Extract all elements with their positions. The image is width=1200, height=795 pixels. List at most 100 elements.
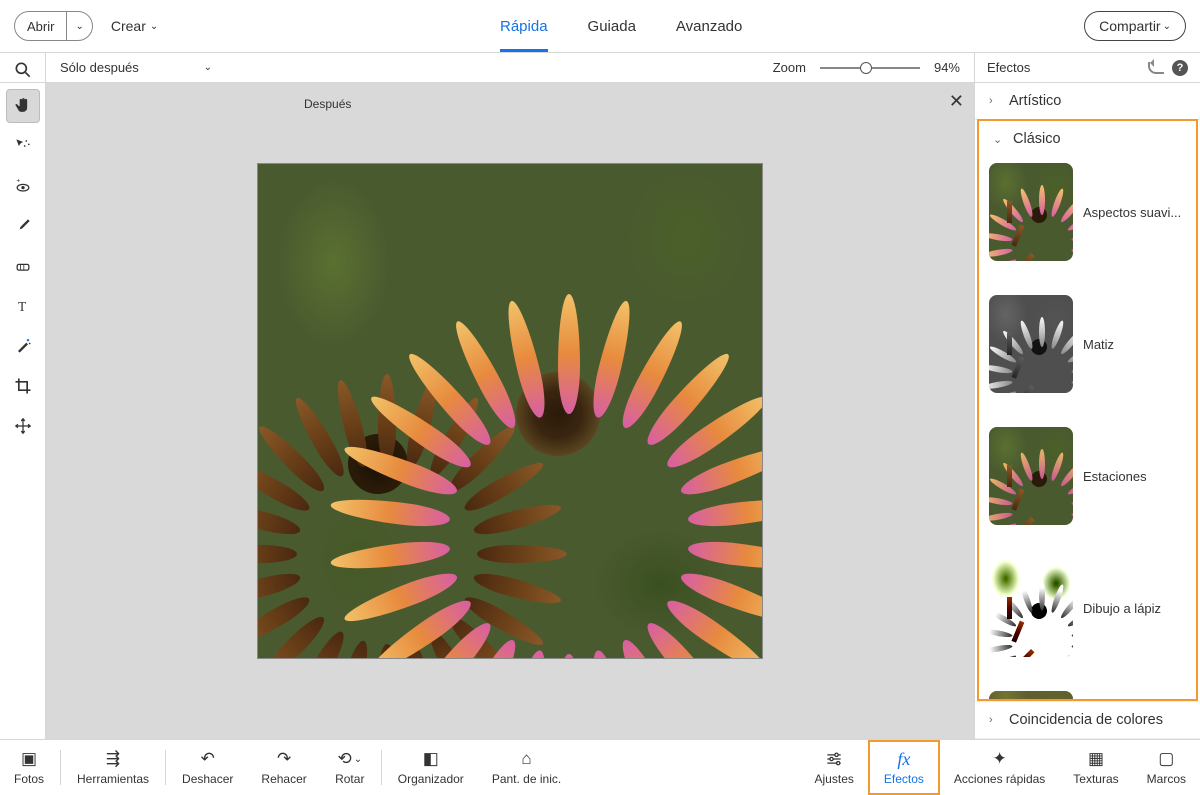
rotate-icon: ⟲⌄: [337, 749, 362, 769]
effects-panel-title: Efectos: [987, 60, 1030, 75]
effect-item-estaciones[interactable]: Estaciones: [989, 427, 1186, 525]
options-fill: Zoom 94%: [226, 53, 974, 82]
home-icon: ⌂: [521, 749, 531, 769]
category-artistico[interactable]: › Artístico: [975, 83, 1200, 120]
open-dropdown-toggle[interactable]: ⌄: [66, 12, 91, 40]
bottom-acciones[interactable]: ✦ Acciones rápidas: [940, 740, 1059, 795]
create-button[interactable]: Crear ⌄: [111, 18, 158, 34]
effect-item-partial[interactable]: [989, 691, 1186, 701]
zoom-tool-icon[interactable]: [6, 53, 40, 87]
texture-icon: ▦: [1088, 749, 1104, 769]
svg-text:T: T: [18, 299, 26, 314]
chevron-down-icon: ⌄: [993, 133, 1003, 146]
category-label: Coincidencia de colores: [1009, 712, 1163, 728]
bottom-label: Pant. de inic.: [492, 772, 561, 786]
text-tool[interactable]: T: [6, 289, 40, 323]
adjustments-icon: [824, 749, 844, 769]
bottom-label: Organizador: [398, 772, 464, 786]
category-clasico[interactable]: ⌄ Clásico: [979, 121, 1196, 157]
category-coincidencia[interactable]: › Coincidencia de colores: [975, 701, 1200, 739]
canvas-area: ✕ Después: [46, 83, 974, 739]
effect-thumbnail: [989, 559, 1073, 657]
effect-item-matiz[interactable]: Matiz: [989, 295, 1186, 393]
magic-wand-icon: [13, 336, 33, 356]
search-icon: [13, 60, 33, 80]
view-mode-dropdown[interactable]: Sólo después ⌄: [46, 53, 226, 82]
zoom-value: 94%: [934, 60, 960, 75]
crop-tool[interactable]: [6, 369, 40, 403]
chevron-right-icon: ›: [989, 95, 999, 107]
chevron-down-icon: ⌄: [1163, 21, 1171, 32]
spot-heal-tool[interactable]: [6, 329, 40, 363]
text-icon: T: [13, 296, 33, 316]
bottom-label: Deshacer: [182, 772, 233, 786]
bottom-efectos[interactable]: fx Efectos: [868, 740, 940, 795]
effects-panel: › Artístico ⌄ Clásico Aspectos suavi... …: [974, 83, 1200, 739]
category-label: Artístico: [1009, 93, 1061, 109]
tab-advanced[interactable]: Avanzado: [676, 0, 742, 52]
bottom-herramientas[interactable]: ⇶ Herramientas: [63, 740, 163, 795]
create-label: Crear: [111, 18, 146, 34]
eye-plus-icon: +: [13, 176, 33, 196]
photos-icon: ▣: [21, 749, 37, 769]
bottom-ajustes[interactable]: Ajustes: [801, 740, 868, 795]
open-label: Abrir: [15, 12, 66, 40]
hand-icon: [13, 96, 33, 116]
share-button[interactable]: Compartir ⌄: [1084, 11, 1186, 41]
share-label: Compartir: [1099, 18, 1160, 34]
effect-thumbnail: [989, 427, 1073, 525]
effect-thumbnail: [989, 163, 1073, 261]
bottom-label: Rehacer: [261, 772, 306, 786]
tab-quick[interactable]: Rápida: [500, 0, 548, 52]
help-icon[interactable]: ?: [1172, 60, 1188, 76]
tab-guided[interactable]: Guiada: [588, 0, 636, 52]
effect-items: Aspectos suavi... Matiz Estaciones Dibuj…: [979, 157, 1196, 701]
crop-icon: [13, 376, 33, 396]
bottom-label: Fotos: [14, 772, 44, 786]
effect-item-aspectos[interactable]: Aspectos suavi...: [989, 163, 1186, 261]
bottom-texturas[interactable]: ▦ Texturas: [1059, 740, 1132, 795]
effect-label: Aspectos suavi...: [1083, 205, 1181, 220]
bottom-pant-inic[interactable]: ⌂ Pant. de inic.: [478, 740, 575, 795]
zoom-slider[interactable]: [820, 67, 920, 69]
bottom-rotar[interactable]: ⟲⌄ Rotar: [321, 740, 379, 795]
brush-tool[interactable]: [6, 209, 40, 243]
quick-select-tool[interactable]: [6, 129, 40, 163]
effect-item-dibujo[interactable]: Dibujo a lápiz: [989, 559, 1186, 657]
mode-tabs: Rápida Guiada Avanzado: [176, 0, 1066, 52]
redo-icon: ↷: [277, 749, 291, 769]
move-tool[interactable]: [6, 409, 40, 443]
top-menu-bar: Abrir ⌄ Crear ⌄ Rápida Guiada Avanzado C…: [0, 0, 1200, 53]
effect-thumbnail: [989, 295, 1073, 393]
canvas-image[interactable]: [258, 164, 762, 658]
redeye-tool[interactable]: +: [6, 169, 40, 203]
sparkle-icon: ✦: [992, 749, 1006, 769]
chevron-down-icon: ⌄: [150, 21, 158, 32]
bottom-label: Herramientas: [77, 772, 149, 786]
move-icon: [13, 416, 33, 436]
category-clasico-expanded: ⌄ Clásico Aspectos suavi... Matiz Estaci…: [977, 119, 1198, 701]
effect-thumbnail: [989, 691, 1073, 701]
bottom-organizador[interactable]: ◧ Organizador: [384, 740, 478, 795]
bottom-marcos[interactable]: ▢ Marcos: [1133, 740, 1200, 795]
whiten-teeth-tool[interactable]: [6, 249, 40, 283]
svg-text:+: +: [16, 178, 20, 185]
bottom-label: Ajustes: [815, 772, 854, 786]
options-bar: Sólo después ⌄ Zoom 94% Efectos ?: [0, 53, 1200, 83]
open-button[interactable]: Abrir ⌄: [14, 11, 93, 41]
effects-panel-header: Efectos ?: [974, 53, 1200, 82]
wand-select-icon: [13, 136, 33, 156]
tools-sidebar: + T: [0, 83, 46, 739]
options-left-spacer: [0, 53, 46, 82]
effect-label: Matiz: [1083, 337, 1114, 352]
canvas-after-label: Después: [304, 97, 351, 111]
hand-tool[interactable]: [6, 89, 40, 123]
bottom-label: Marcos: [1147, 772, 1186, 786]
reset-icon[interactable]: [1148, 62, 1164, 74]
bottom-deshacer[interactable]: ↶ Deshacer: [168, 740, 247, 795]
bottom-rehacer[interactable]: ↷ Rehacer: [247, 740, 320, 795]
zoom-slider-thumb[interactable]: [860, 62, 872, 74]
close-button[interactable]: ✕: [949, 91, 964, 112]
category-label: Clásico: [1013, 131, 1061, 147]
bottom-fotos[interactable]: ▣ Fotos: [0, 740, 58, 795]
